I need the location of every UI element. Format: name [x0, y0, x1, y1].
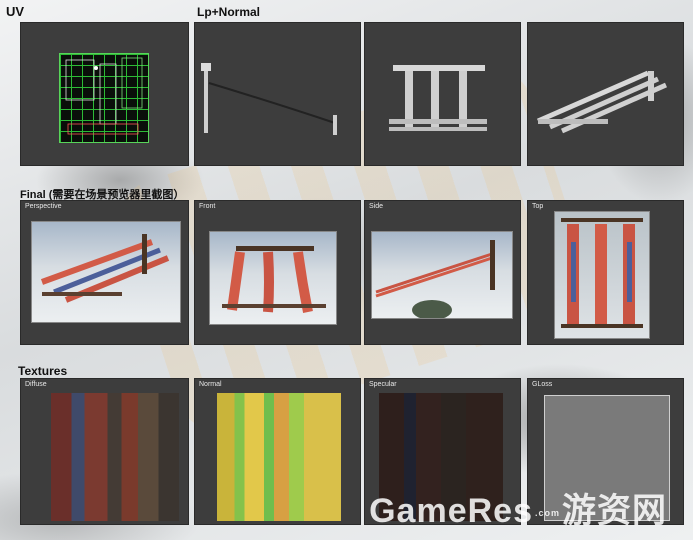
panel-label: Specular — [369, 381, 397, 388]
lp-normal-panel-1 — [194, 22, 361, 166]
final-side-panel: Side — [364, 200, 521, 345]
section-title-uv: UV — [6, 4, 25, 19]
panel-label: Top — [532, 203, 544, 210]
lp-normal-panel-3 — [527, 22, 684, 166]
watermark-dot: .com — [534, 508, 560, 519]
front-render — [209, 231, 337, 325]
lp-model-front — [389, 65, 487, 131]
section-title-textures: Textures — [18, 364, 68, 378]
panel-label: Perspective — [25, 203, 62, 210]
texture-normal-panel: Normal — [194, 378, 361, 525]
section-title-lp-normal: Lp+Normal — [197, 5, 261, 19]
panel-label: Side — [369, 203, 384, 210]
watermark-brand: GameRes — [369, 492, 533, 530]
uv-panel — [20, 22, 189, 166]
lp-model-perspective — [537, 70, 668, 134]
side-render — [371, 231, 513, 320]
perspective-render — [31, 221, 181, 323]
panel-label: Diffuse — [25, 381, 47, 388]
gameres-watermark: GameRes .com游资网 — [369, 483, 667, 532]
uv-layout-image — [59, 53, 149, 143]
panel-label: Front — [199, 203, 216, 210]
top-render — [554, 211, 650, 339]
watermark-cn: 游资网 — [562, 492, 667, 530]
diffuse-map — [51, 393, 179, 521]
final-perspective-panel: Perspective — [20, 200, 189, 345]
panel-label: GLoss — [532, 381, 553, 388]
final-top-panel: Top — [527, 200, 684, 345]
lp-normal-panel-2 — [364, 22, 521, 166]
texture-diffuse-panel: Diffuse — [20, 378, 189, 525]
lp-model-side — [201, 63, 337, 135]
normal-map — [217, 393, 341, 521]
final-front-panel: Front — [194, 200, 361, 345]
panel-label: Normal — [199, 381, 222, 388]
